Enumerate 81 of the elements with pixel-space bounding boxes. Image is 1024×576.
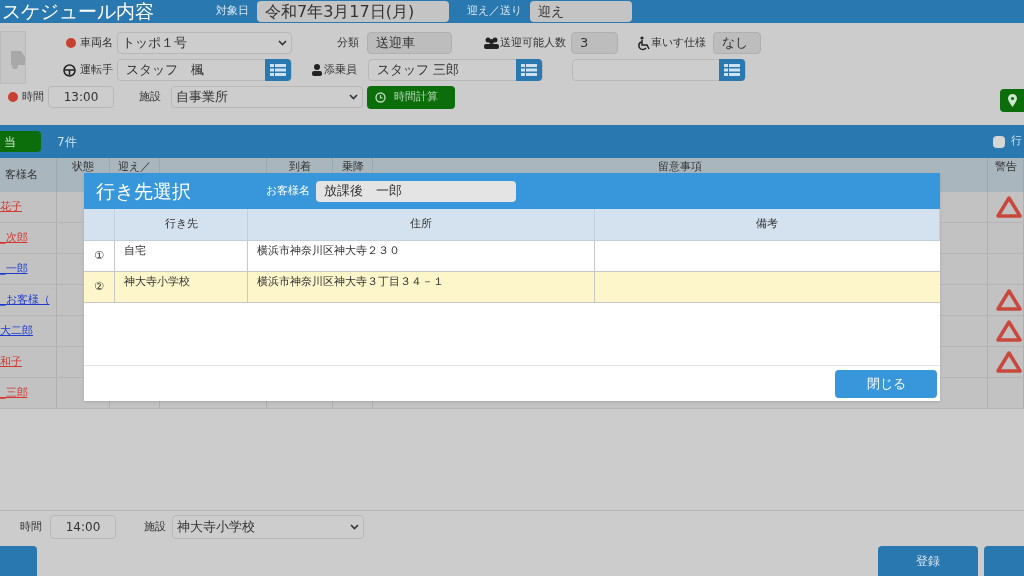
destination-text: 神大寺小学校	[124, 275, 190, 288]
time-label: 時間	[22, 88, 44, 105]
column-header: 客様名	[4, 168, 38, 182]
chevron-icon	[350, 524, 359, 530]
time-calc-button[interactable]: 時間計算	[367, 85, 455, 109]
column-header: 迎え／	[118, 160, 151, 174]
steering-wheel-icon	[63, 63, 76, 77]
customer-name-link[interactable]: 和子	[0, 353, 22, 371]
column-header: 備考	[756, 216, 778, 233]
facility-label: 施設	[139, 88, 162, 105]
person-icon	[312, 64, 322, 76]
warning-icon	[996, 288, 1022, 312]
chevron-icon	[278, 40, 287, 46]
escort-field[interactable]: スタッフ 三郎	[368, 59, 543, 81]
customer-field: 放課後 一郎	[316, 180, 516, 202]
category-label: 分類	[337, 34, 360, 51]
customer-name-link[interactable]: _三郎	[0, 384, 28, 402]
register-button[interactable]: 登録	[878, 546, 978, 576]
vehicle-label: 車両名	[80, 34, 113, 51]
clock-icon	[375, 91, 386, 103]
row-number: ②	[94, 278, 104, 295]
address-text: 横浜市神奈川区神大寺２３０	[257, 244, 400, 257]
count-text: 7件	[57, 133, 77, 151]
time-field[interactable]: 13:00	[48, 86, 114, 108]
close-button[interactable]: 閉じる	[835, 369, 937, 398]
customer-name-link[interactable]: _お客様（	[0, 291, 50, 309]
direction-label: 迎え／送り	[467, 3, 522, 20]
capacity-label: 送迎可能人数	[500, 34, 567, 51]
driver-label: 運転手	[80, 61, 113, 78]
date-field: 令和7年3月17日(月)	[257, 1, 449, 22]
list-button[interactable]	[265, 59, 291, 81]
column-header: 状態	[72, 160, 94, 174]
customer-name-link[interactable]: _次郎	[0, 229, 28, 247]
category-field: 送迎車	[367, 32, 452, 54]
time-label: 時間	[20, 518, 43, 535]
assign-button[interactable]: 当	[0, 131, 41, 152]
warning-icon	[996, 195, 1022, 219]
checkbox[interactable]	[993, 135, 1005, 148]
destination-row[interactable]: ② 神大寺小学校 横浜市神奈川区神大寺３丁目３４－１	[84, 272, 940, 303]
column-header: 行き先	[164, 216, 198, 233]
date-label: 対象日	[216, 3, 249, 20]
wheelchair-icon	[637, 35, 651, 51]
customer-name-link[interactable]: 大二郎	[0, 322, 33, 340]
column-header: 乗降	[341, 160, 364, 174]
capacity-field: 3	[571, 32, 618, 54]
list-icon	[724, 64, 740, 76]
customer-label: お客様名	[266, 182, 310, 199]
destination-row[interactable]: ① 自宅 横浜市神奈川区神大寺２３０	[84, 241, 940, 272]
time-field[interactable]: 14:00	[50, 515, 116, 539]
list-icon	[521, 64, 537, 76]
column-header: 到着	[288, 160, 311, 174]
empty-field[interactable]	[572, 59, 746, 81]
map-pin-button[interactable]	[1000, 89, 1024, 112]
facility-select[interactable]: 自事業所	[171, 86, 363, 108]
direction-field: 迎え	[530, 1, 632, 22]
map-pin-icon	[1007, 94, 1017, 107]
column-header: 住所	[410, 216, 432, 233]
facility-label: 施設	[144, 518, 167, 535]
facility-select[interactable]: 神大寺小学校	[172, 515, 364, 539]
driver-field[interactable]: スタッフ 楓	[117, 59, 292, 81]
list-button[interactable]	[516, 59, 542, 81]
wheelchair-label: 車いす仕様	[651, 34, 707, 51]
page-title: スケジュール内容	[2, 0, 155, 25]
list-button[interactable]	[719, 59, 745, 81]
list-icon	[270, 64, 286, 76]
dialog-title: 行き先選択	[96, 178, 192, 204]
checkbox-label: 行	[1011, 133, 1022, 150]
destination-text: 自宅	[124, 244, 146, 257]
vehicle-select[interactable]: トッポ１号	[117, 32, 292, 54]
wheelchair-field: なし	[713, 32, 761, 54]
address-text: 横浜市神奈川区神大寺３丁目３４－１	[257, 275, 444, 288]
escort-label: 添乗員	[324, 61, 358, 78]
customer-name-link[interactable]: _一郎	[0, 260, 28, 278]
column-header: 留意事項	[658, 160, 702, 174]
column-header: 警告	[994, 160, 1017, 174]
warning-icon	[996, 350, 1022, 374]
chevron-icon	[349, 94, 358, 100]
people-icon	[484, 37, 499, 49]
warning-icon	[996, 319, 1022, 343]
row-number: ①	[94, 247, 104, 264]
customer-name-link[interactable]: 花子	[0, 198, 22, 216]
